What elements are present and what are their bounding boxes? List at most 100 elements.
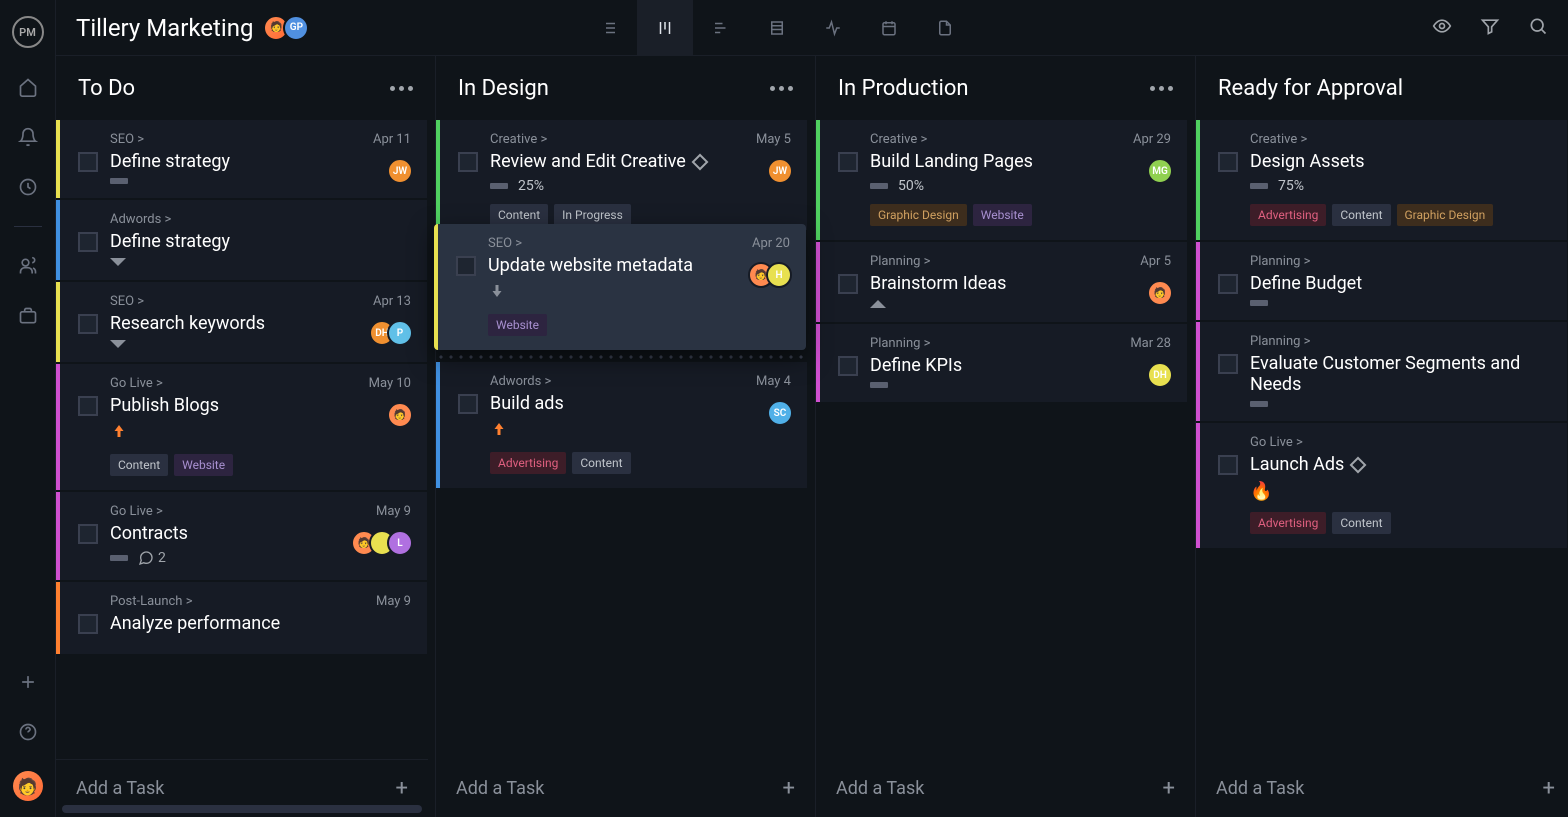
card-category[interactable]: Adwords >: [110, 212, 409, 227]
task-checkbox[interactable]: [78, 314, 98, 334]
tag[interactable]: Content: [1332, 512, 1390, 534]
card-category[interactable]: Planning >: [870, 336, 1169, 351]
task-checkbox[interactable]: [1218, 455, 1238, 475]
task-checkbox[interactable]: [458, 394, 478, 414]
dragging-task-card[interactable]: SEO > Update website metadata Website Ap…: [434, 224, 806, 350]
tag[interactable]: Advertising: [1250, 512, 1326, 534]
tag[interactable]: Content: [110, 454, 168, 476]
tag[interactable]: Website: [488, 314, 547, 336]
task-card[interactable]: Creative > Review and Edit Creative 25% …: [436, 120, 807, 230]
help-icon[interactable]: [17, 721, 39, 743]
assignee-avatar[interactable]: DH: [1147, 362, 1173, 388]
task-card[interactable]: SEO > Research keywords Apr 13 DHP: [56, 282, 427, 362]
list-view-tab[interactable]: [581, 0, 637, 56]
card-category[interactable]: Adwords >: [490, 374, 789, 389]
card-category[interactable]: SEO >: [488, 236, 788, 251]
tag[interactable]: Content: [1332, 204, 1390, 226]
project-members[interactable]: 🧑 GP: [269, 15, 309, 41]
assignee-avatar[interactable]: 🧑: [1147, 280, 1173, 306]
assignee-avatar[interactable]: JW: [767, 158, 793, 184]
files-view-tab[interactable]: [917, 0, 973, 56]
tag[interactable]: Graphic Design: [1397, 204, 1494, 226]
tag[interactable]: Advertising: [490, 452, 566, 474]
filter-icon[interactable]: [1480, 16, 1500, 40]
task-card[interactable]: Planning > Evaluate Customer Segments an…: [1196, 322, 1567, 421]
comments-count[interactable]: 2: [138, 550, 166, 566]
eye-icon[interactable]: [1432, 16, 1452, 40]
task-checkbox[interactable]: [78, 152, 98, 172]
task-checkbox[interactable]: [458, 152, 478, 172]
task-card[interactable]: Planning > Define KPIs Mar 28 DH: [816, 324, 1187, 402]
task-checkbox[interactable]: [838, 274, 858, 294]
task-checkbox[interactable]: [1218, 152, 1238, 172]
search-icon[interactable]: [1528, 16, 1548, 40]
task-checkbox[interactable]: [78, 524, 98, 544]
task-card[interactable]: Post-Launch > Analyze performance May 9: [56, 582, 427, 654]
card-category[interactable]: Creative >: [870, 132, 1169, 147]
task-card[interactable]: Planning > Brainstorm Ideas Apr 5 🧑: [816, 242, 1187, 322]
assignee-avatar[interactable]: MG: [1147, 158, 1173, 184]
card-category[interactable]: Go Live >: [110, 376, 409, 391]
assignee-avatar[interactable]: H: [766, 262, 792, 288]
users-icon[interactable]: [17, 255, 39, 277]
card-category[interactable]: Planning >: [1250, 254, 1549, 269]
task-card[interactable]: Planning > Define Budget: [1196, 242, 1567, 320]
task-card[interactable]: Go Live > Contracts 2 May 9 🧑L: [56, 492, 427, 580]
board-view-tab[interactable]: [637, 0, 693, 56]
clock-icon[interactable]: [17, 176, 39, 198]
tag[interactable]: In Progress: [554, 204, 631, 226]
app-logo[interactable]: PM: [12, 16, 44, 48]
task-checkbox[interactable]: [456, 256, 476, 276]
tag[interactable]: Content: [572, 452, 630, 474]
card-category[interactable]: SEO >: [110, 294, 409, 309]
gantt-view-tab[interactable]: [693, 0, 749, 56]
add-task-button[interactable]: Add a Task +: [436, 760, 815, 817]
card-category[interactable]: Go Live >: [1250, 435, 1549, 450]
task-card[interactable]: Adwords > Build ads AdvertisingContent M…: [436, 362, 807, 488]
task-card[interactable]: SEO > Define strategy Apr 11 JW: [56, 120, 427, 198]
assignee-avatar[interactable]: JW: [387, 158, 413, 184]
activity-view-tab[interactable]: [805, 0, 861, 56]
column-menu-icon[interactable]: [770, 86, 793, 91]
calendar-view-tab[interactable]: [861, 0, 917, 56]
card-category[interactable]: Planning >: [1250, 334, 1549, 349]
task-card[interactable]: Creative > Build Landing Pages 50% Graph…: [816, 120, 1187, 240]
tag[interactable]: Content: [490, 204, 548, 226]
user-avatar[interactable]: 🧑: [13, 771, 43, 801]
card-category[interactable]: SEO >: [110, 132, 409, 147]
home-icon[interactable]: [17, 76, 39, 98]
card-category[interactable]: Post-Launch >: [110, 594, 409, 609]
plus-icon[interactable]: [17, 671, 39, 693]
task-checkbox[interactable]: [838, 152, 858, 172]
task-checkbox[interactable]: [1218, 274, 1238, 294]
member-avatar[interactable]: GP: [283, 15, 309, 41]
sheet-view-tab[interactable]: [749, 0, 805, 56]
assignee-avatar[interactable]: P: [387, 320, 413, 346]
card-category[interactable]: Creative >: [490, 132, 789, 147]
card-category[interactable]: Creative >: [1250, 132, 1549, 147]
assignee-avatar[interactable]: SC: [767, 400, 793, 426]
task-checkbox[interactable]: [838, 356, 858, 376]
assignee-avatar[interactable]: L: [387, 530, 413, 556]
horizontal-scrollbar[interactable]: [62, 805, 422, 813]
tag[interactable]: Website: [174, 454, 233, 476]
task-card[interactable]: Creative > Design Assets 75% Advertising…: [1196, 120, 1567, 240]
column-menu-icon[interactable]: [390, 86, 413, 91]
task-checkbox[interactable]: [78, 232, 98, 252]
task-checkbox[interactable]: [1218, 354, 1238, 374]
card-category[interactable]: Go Live >: [110, 504, 409, 519]
task-checkbox[interactable]: [78, 614, 98, 634]
briefcase-icon[interactable]: [17, 305, 39, 327]
add-task-button[interactable]: Add a Task +: [1196, 760, 1568, 817]
tag[interactable]: Advertising: [1250, 204, 1326, 226]
task-card[interactable]: Adwords > Define strategy: [56, 200, 427, 280]
tag[interactable]: Graphic Design: [870, 204, 967, 226]
task-card[interactable]: Go Live > Launch Ads 🔥 AdvertisingConten…: [1196, 423, 1567, 548]
bell-icon[interactable]: [17, 126, 39, 148]
card-category[interactable]: Planning >: [870, 254, 1169, 269]
assignee-avatar[interactable]: 🧑: [387, 402, 413, 428]
tag[interactable]: Website: [973, 204, 1032, 226]
task-checkbox[interactable]: [78, 396, 98, 416]
task-card[interactable]: Go Live > Publish Blogs ContentWebsite M…: [56, 364, 427, 490]
add-task-button[interactable]: Add a Task +: [816, 760, 1195, 817]
